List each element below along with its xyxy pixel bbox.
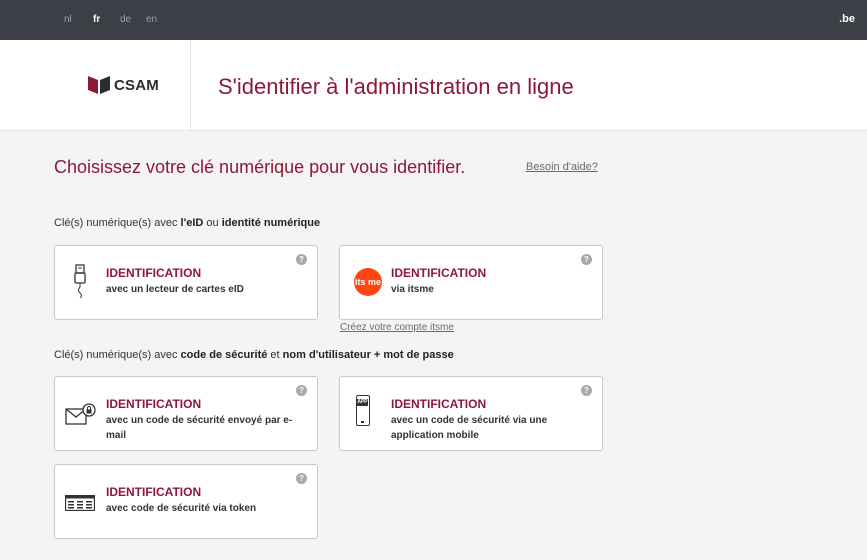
card-subtitle: avec un code de sécurité via une applica… — [391, 415, 548, 441]
logo-text: CSAM — [114, 76, 159, 94]
card-subtitle: via itsme — [391, 284, 434, 295]
help-icon[interactable]: ? — [296, 254, 307, 265]
app-badge: APP — [357, 399, 368, 406]
csam-logo-icon — [88, 76, 110, 94]
email-code-card[interactable]: IDENTIFICATION avec un code de sécurité … — [54, 376, 318, 451]
main-content: Choisissez votre clé numérique pour vous… — [0, 131, 867, 560]
help-icon[interactable]: ? — [296, 473, 307, 484]
belgium-domain-label: .be — [839, 13, 855, 25]
itsme-card[interactable]: its me IDENTIFICATION via itsme ? — [339, 245, 603, 320]
token-icon — [65, 495, 95, 511]
top-bar: nl fr de en .be — [0, 0, 867, 40]
mobile-app-icon: APP — [356, 395, 370, 426]
help-icon[interactable]: ? — [581, 254, 592, 265]
lang-de[interactable]: de — [120, 14, 131, 25]
lang-en[interactable]: en — [146, 14, 157, 25]
section-label-eid: Clé(s) numérique(s) avec l'eID ou identi… — [54, 217, 321, 229]
csam-logo[interactable]: CSAM — [88, 76, 159, 94]
card-title: IDENTIFICATION — [106, 266, 202, 280]
main-heading: Choisissez votre clé numérique pour vous… — [54, 157, 466, 177]
section-label-security-code: Clé(s) numérique(s) avec code de sécurit… — [54, 349, 454, 361]
card-subtitle: avec code de sécurité via token — [106, 503, 257, 514]
card-title: IDENTIFICATION — [106, 397, 202, 411]
help-icon[interactable]: ? — [581, 385, 592, 396]
lang-nl[interactable]: nl — [64, 14, 72, 25]
page-title: S'identifier à l'administration en ligne — [218, 74, 574, 99]
card-reader-icon — [74, 264, 86, 298]
card-subtitle: avec un lecteur de cartes eID — [106, 284, 244, 295]
token-code-card[interactable]: IDENTIFICATION avec code de sécurité via… — [54, 464, 318, 539]
header: CSAM S'identifier à l'administration en … — [0, 40, 867, 131]
eid-reader-card[interactable]: IDENTIFICATION avec un lecteur de cartes… — [54, 245, 318, 320]
lang-fr[interactable]: fr — [93, 14, 100, 25]
card-title: IDENTIFICATION — [391, 397, 487, 411]
home-button — [361, 421, 364, 423]
help-link[interactable]: Besoin d'aide? — [526, 161, 598, 173]
itsme-logo-icon: its me — [354, 268, 382, 296]
card-subtitle: avec un code de sécurité envoyé par e-ma… — [106, 415, 293, 441]
help-icon[interactable]: ? — [296, 385, 307, 396]
header-divider — [190, 40, 191, 130]
card-title: IDENTIFICATION — [106, 485, 202, 499]
card-title: IDENTIFICATION — [391, 266, 487, 280]
mobile-app-code-card[interactable]: APP IDENTIFICATION avec un code de sécur… — [339, 376, 603, 451]
create-itsme-account-link[interactable]: Créez votre compte itsme — [340, 322, 454, 333]
envelope-lock-icon — [65, 403, 96, 425]
